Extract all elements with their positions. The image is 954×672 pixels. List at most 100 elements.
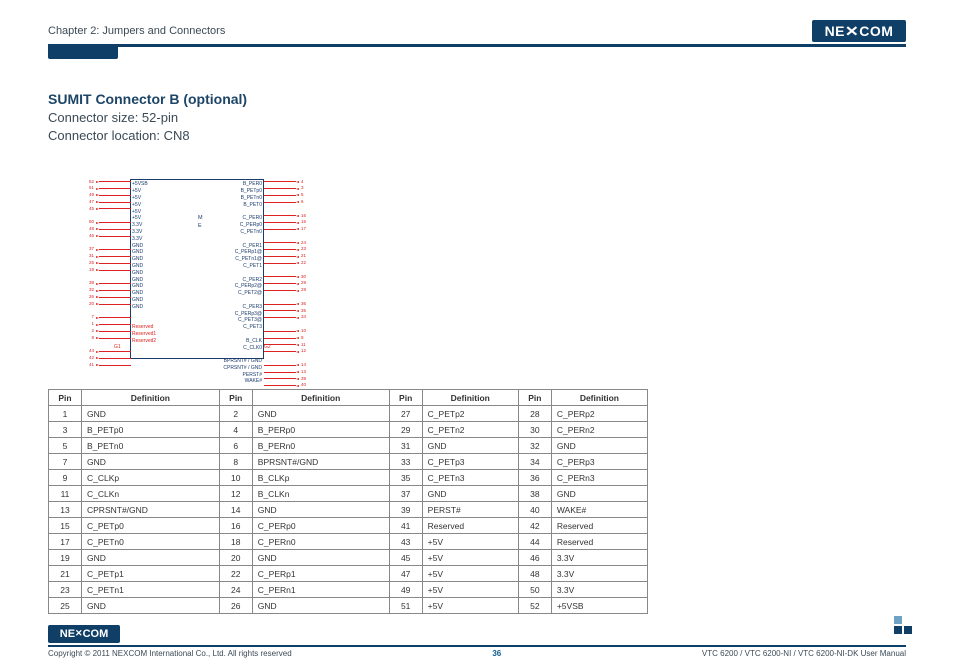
pin-cell: 34: [518, 454, 551, 470]
pin-cell: 29: [389, 422, 422, 438]
pin-cell: 7: [49, 454, 82, 470]
definition-cell: C_PERp3: [551, 454, 647, 470]
pin-cell: 47: [389, 566, 422, 582]
definition-cell: GND: [252, 598, 389, 614]
pin-cell: 13: [49, 502, 82, 518]
block-label: M: [198, 215, 203, 222]
pin-cell: 43: [389, 534, 422, 550]
connector-size: Connector size: 52-pin: [48, 109, 906, 127]
diagram-left-pins: 5251494745504846373125193832262071284442…: [80, 178, 131, 389]
pin-cell: 31: [389, 438, 422, 454]
pin-cell: 39: [389, 502, 422, 518]
table-row: 11C_CLKn12B_CLKn37GND38GND: [49, 486, 648, 502]
pin-cell: 14: [219, 502, 252, 518]
pin-cell: 16: [219, 518, 252, 534]
pin-cell: 35: [389, 470, 422, 486]
footer-rule: [48, 645, 906, 648]
definition-cell: CPRSNT#/GND: [82, 502, 220, 518]
pin-cell: 42: [518, 518, 551, 534]
definition-cell: Reserved: [551, 518, 647, 534]
definition-cell: Reserved: [422, 518, 518, 534]
pin-cell: 33: [389, 454, 422, 470]
pin-cell: 38: [518, 486, 551, 502]
definition-cell: WAKE#: [551, 502, 647, 518]
definition-cell: C_PERn1: [252, 582, 389, 598]
table-row: 15C_PETp016C_PERp041Reserved42Reserved: [49, 518, 648, 534]
connector-location: Connector location: CN8: [48, 127, 906, 145]
diagram-left-labels: +5VSB+5V+5V+5V+5V+5V3.3V3.3V3.3VGNDGNDGN…: [132, 181, 156, 358]
pin-cell: 3: [49, 422, 82, 438]
pin-cell: 26: [219, 598, 252, 614]
manual-title: VTC 6200 / VTC 6200-NI / VTC 6200-NI-DK …: [702, 649, 906, 658]
table-header: Pin: [518, 390, 551, 406]
definition-cell: C_PETp3: [422, 454, 518, 470]
definition-cell: 3.3V: [551, 582, 647, 598]
definition-cell: GND: [82, 454, 220, 470]
pin-cell: 18: [219, 534, 252, 550]
definition-cell: GND: [551, 486, 647, 502]
definition-cell: +5V: [422, 534, 518, 550]
table-row: 23C_PETn124C_PERn149+5V503.3V: [49, 582, 648, 598]
definition-cell: Reserved: [551, 534, 647, 550]
pin-cell: 27: [389, 406, 422, 422]
pinout-table: PinDefinitionPinDefinitionPinDefinitionP…: [48, 389, 648, 614]
pin-cell: 36: [518, 470, 551, 486]
diagram-right-pins: 4356161517242321223029283635341091112141…: [264, 178, 315, 389]
table-row: 19GND20GND45+5V463.3V: [49, 550, 648, 566]
definition-cell: C_CLKp: [82, 470, 220, 486]
header-rule: [48, 44, 906, 47]
pin-cell: 23: [49, 582, 82, 598]
table-row: 5B_PETn06B_PERn031GND32GND: [49, 438, 648, 454]
definition-cell: GND: [82, 406, 220, 422]
table-header: Pin: [389, 390, 422, 406]
pin-cell: 44: [518, 534, 551, 550]
chapter-label: Chapter 2: Jumpers and Connectors: [48, 25, 225, 37]
pin-cell: 28: [518, 406, 551, 422]
pin-cell: 22: [219, 566, 252, 582]
pin-cell: 50: [518, 582, 551, 598]
pin-cell: 37: [389, 486, 422, 502]
definition-cell: C_PERp1: [252, 566, 389, 582]
block-label: E: [198, 223, 203, 230]
pin-cell: 17: [49, 534, 82, 550]
pin-cell: 25: [49, 598, 82, 614]
definition-cell: GND: [422, 438, 518, 454]
connector-diagram: M E G1 G2 +5VSB+5V+5V+5V+5V+5V3.3V3.3V3.…: [48, 175, 348, 361]
table-row: 9C_CLKp10B_CLKp35C_PETn336C_PERn3: [49, 470, 648, 486]
pin-cell: 15: [49, 518, 82, 534]
table-header: Definition: [422, 390, 518, 406]
table-header: Definition: [551, 390, 647, 406]
pin-cell: 4: [219, 422, 252, 438]
pin-cell: 21: [49, 566, 82, 582]
definition-cell: C_PETn1: [82, 582, 220, 598]
table-header: Pin: [219, 390, 252, 406]
table-row: 21C_PETp122C_PERp147+5V483.3V: [49, 566, 648, 582]
definition-cell: 3.3V: [551, 550, 647, 566]
table-row: 7GND8BPRSNT#/GND33C_PETp334C_PERp3: [49, 454, 648, 470]
definition-cell: GND: [252, 406, 389, 422]
definition-cell: C_PERp0: [252, 518, 389, 534]
definition-cell: GND: [252, 502, 389, 518]
definition-cell: C_PETp0: [82, 518, 220, 534]
logo-top: NE✕COM: [812, 20, 906, 42]
definition-cell: +5VSB: [551, 598, 647, 614]
definition-cell: C_PERp2: [551, 406, 647, 422]
pin-cell: 52: [518, 598, 551, 614]
definition-cell: B_PERn0: [252, 438, 389, 454]
definition-cell: B_PETp0: [82, 422, 220, 438]
diagram-right-labels: B_PER0B_PETp0B_PETn0B_PET0C_PER0C_PERp0C…: [216, 181, 262, 385]
table-header: Pin: [49, 390, 82, 406]
definition-cell: GND: [82, 598, 220, 614]
definition-cell: GND: [252, 550, 389, 566]
pin-cell: 9: [49, 470, 82, 486]
definition-cell: GND: [551, 438, 647, 454]
table-header: Definition: [82, 390, 220, 406]
definition-cell: C_CLKn: [82, 486, 220, 502]
definition-cell: B_PETn0: [82, 438, 220, 454]
table-row: 1GND2GND27C_PETp228C_PERp2: [49, 406, 648, 422]
definition-cell: C_PETp1: [82, 566, 220, 582]
pin-cell: 5: [49, 438, 82, 454]
pin-cell: 45: [389, 550, 422, 566]
pin-cell: 32: [518, 438, 551, 454]
pin-cell: 41: [389, 518, 422, 534]
